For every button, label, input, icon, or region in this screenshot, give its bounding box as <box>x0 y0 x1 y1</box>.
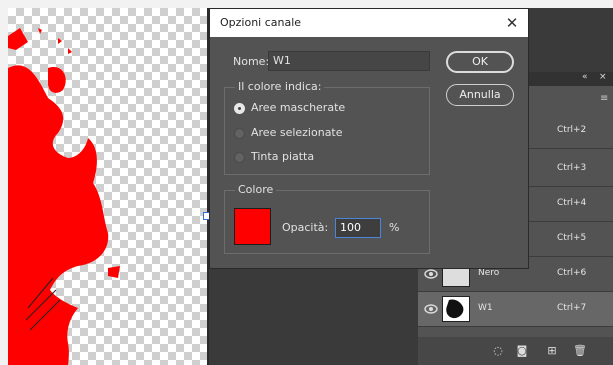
trash-icon[interactable]: 🗑 <box>573 345 587 357</box>
channel-shortcut: Ctrl+5 <box>557 233 587 243</box>
radio-masked-areas[interactable] <box>234 103 245 114</box>
red-mask-artwork <box>8 28 120 365</box>
radio-label: Aree selezionate <box>251 126 343 139</box>
opacity-input[interactable]: 100 <box>335 218 381 238</box>
radio-spot-color[interactable] <box>234 152 245 163</box>
radio-label: Aree mascherate <box>251 101 346 114</box>
dialog-titlebar[interactable]: Opzioni canale ✕ <box>210 9 528 37</box>
close-icon[interactable]: ✕ <box>502 13 522 33</box>
ok-button[interactable]: OK <box>446 51 514 73</box>
panel-footer: ◌ ◙ ⊞ 🗑 <box>418 337 613 365</box>
save-selection-icon[interactable]: ◙ <box>516 345 528 357</box>
color-indicates-group: Il colore indica: Aree mascherate Aree s… <box>224 80 430 175</box>
panel-menu-icon[interactable]: ≡ <box>600 94 610 104</box>
close-icon[interactable]: × <box>599 72 607 82</box>
channel-shortcut: Ctrl+4 <box>557 198 587 208</box>
channel-options-dialog: Opzioni canale ✕ Nome: W1 OK Annulla Il … <box>209 8 529 269</box>
group-title: Colore <box>235 183 277 196</box>
channel-thumbnail <box>442 296 470 322</box>
load-selection-icon[interactable]: ◌ <box>492 345 504 357</box>
channel-shortcut: Ctrl+2 <box>557 125 587 135</box>
eye-icon[interactable] <box>424 303 438 315</box>
channel-shortcut: Ctrl+6 <box>557 268 587 278</box>
opacity-label: Opacità: <box>282 221 329 234</box>
cancel-button[interactable]: Annulla <box>446 84 514 106</box>
dialog-title: Opzioni canale <box>220 16 302 29</box>
name-label: Nome: <box>233 55 270 68</box>
radio-label: Tinta piatta <box>251 150 315 163</box>
group-title: Il colore indica: <box>235 80 325 93</box>
new-channel-icon[interactable]: ⊞ <box>546 345 558 357</box>
eye-icon[interactable] <box>424 268 438 280</box>
document-canvas[interactable] <box>8 8 208 365</box>
channel-name: W1 <box>478 303 493 313</box>
channel-shortcut: Ctrl+7 <box>557 303 587 313</box>
percent-label: % <box>389 221 400 234</box>
color-group: Colore Opacità: 100 % <box>224 183 430 254</box>
radio-selected-areas[interactable] <box>234 128 245 139</box>
name-field[interactable]: W1 <box>268 51 430 71</box>
color-swatch[interactable] <box>234 208 271 245</box>
channel-row-w1[interactable]: W1 Ctrl+7 <box>418 292 613 327</box>
collapse-icon[interactable]: « <box>582 72 588 82</box>
channel-name: Nero <box>478 268 500 278</box>
channel-shortcut: Ctrl+3 <box>557 163 587 173</box>
